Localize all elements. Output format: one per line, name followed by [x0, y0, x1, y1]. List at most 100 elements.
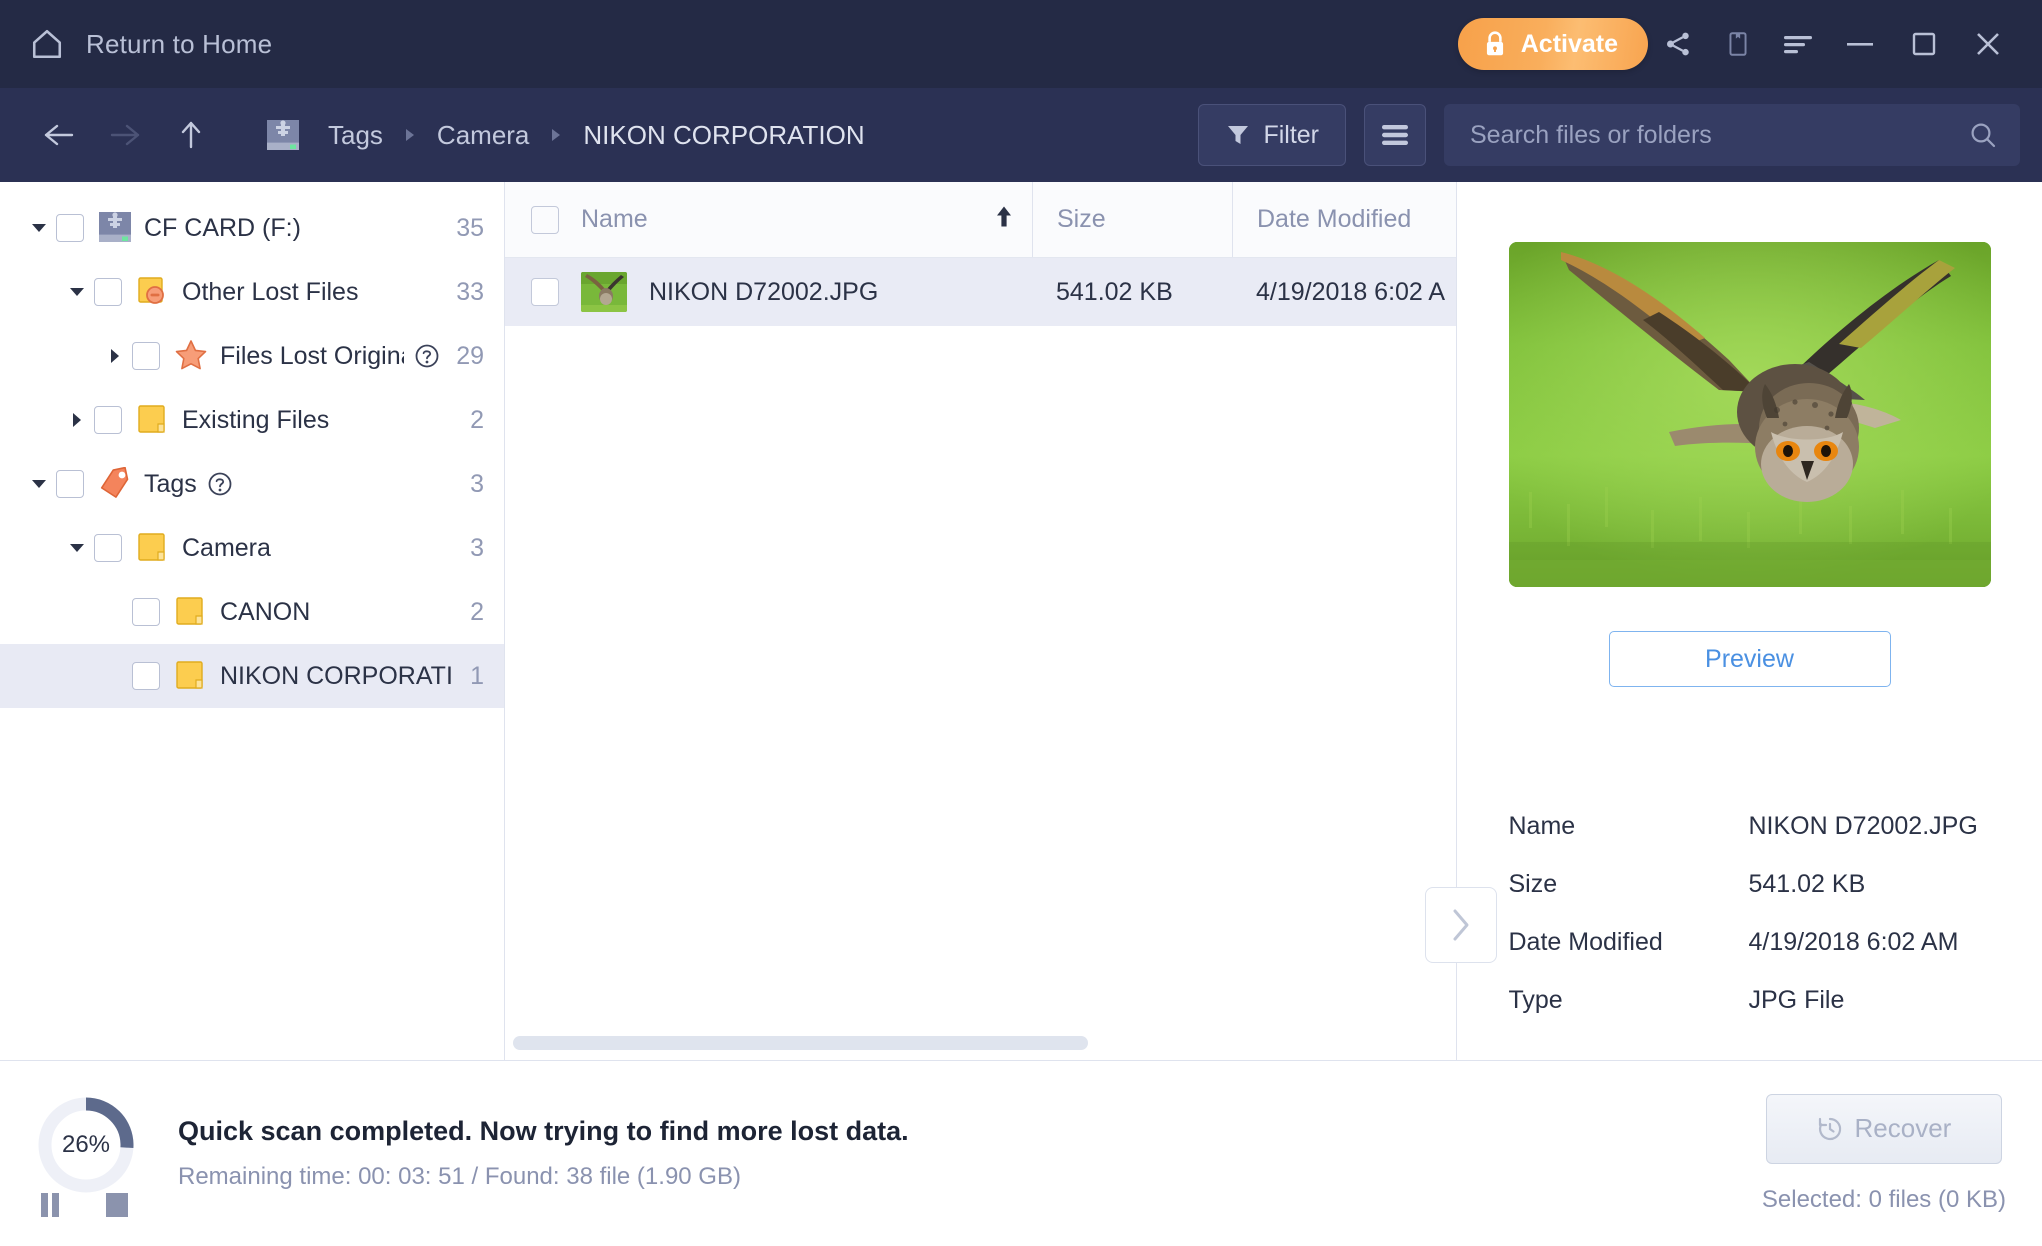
breadcrumb-item-1[interactable]: Camera	[431, 116, 535, 155]
sidebar-item-files-lost-original-n[interactable]: Files Lost Original N...29	[0, 324, 504, 388]
column-header-size-label: Size	[1057, 205, 1106, 234]
sidebar-item-checkbox[interactable]	[132, 598, 160, 626]
chevron-down-icon[interactable]	[60, 283, 94, 301]
scan-progress-percent: 26%	[34, 1093, 138, 1197]
recover-button[interactable]: Recover	[1766, 1094, 2002, 1164]
chevron-down-icon[interactable]	[22, 475, 56, 493]
metadata-key: Name	[1509, 812, 1749, 841]
metadata-value: NIKON D72002.JPG	[1749, 812, 1978, 841]
search-input[interactable]	[1470, 121, 1968, 150]
metadata-key: Size	[1509, 870, 1749, 899]
column-header-size[interactable]: Size	[1032, 182, 1232, 257]
sidebar-item-label: Existing Files	[182, 406, 329, 435]
sidebar-tree: CF CARD (F:)35Other Lost Files33Files Lo…	[0, 182, 505, 1060]
minimize-icon[interactable]	[1828, 18, 1892, 70]
return-to-home-button[interactable]: Return to Home	[30, 27, 272, 61]
lock-icon	[1482, 30, 1508, 58]
file-date-modified: 4/19/2018 6:02 A	[1232, 278, 1456, 307]
file-name-cell[interactable]: NIKON D72002.JPG	[505, 272, 1032, 312]
row-checkbox[interactable]	[531, 278, 559, 306]
metadata-row: Date Modified4/19/2018 6:02 AM	[1509, 913, 1991, 971]
sidebar-item-label: NIKON CORPORATION	[220, 662, 454, 691]
filter-button[interactable]: Filter	[1198, 104, 1346, 166]
sidebar-item-checkbox[interactable]	[94, 534, 122, 562]
table-row[interactable]: NIKON D72002.JPG541.02 KB4/19/2018 6:02 …	[505, 258, 1456, 326]
sidebar-item-count: 2	[454, 406, 484, 435]
sidebar-item-count: 33	[440, 278, 484, 307]
breadcrumb-item-2[interactable]: NIKON CORPORATION	[577, 116, 870, 155]
file-metadata: NameNIKON D72002.JPGSize541.02 KBDate Mo…	[1509, 797, 1991, 1029]
sidebar-item-checkbox[interactable]	[132, 342, 160, 370]
share-icon[interactable]	[1648, 18, 1708, 70]
close-icon[interactable]	[1956, 18, 2020, 70]
back-arrow-icon[interactable]	[26, 102, 92, 168]
memory-card-icon	[98, 211, 136, 245]
metadata-value: 541.02 KB	[1749, 870, 1866, 899]
search-box[interactable]	[1444, 104, 2020, 166]
filter-label: Filter	[1263, 121, 1319, 150]
preview-button[interactable]: Preview	[1609, 631, 1891, 687]
activate-button[interactable]: Activate	[1458, 18, 1648, 70]
metadata-row: Size541.02 KB	[1509, 855, 1991, 913]
maximize-icon[interactable]	[1892, 18, 1956, 70]
horizontal-scrollbar[interactable]	[505, 1030, 1456, 1060]
sidebar-item-other-lost-files[interactable]: Other Lost Files33	[0, 260, 504, 324]
recover-clock-icon	[1817, 1116, 1843, 1142]
column-header-name[interactable]: Name	[505, 182, 1032, 257]
column-header-name-label: Name	[581, 205, 648, 234]
window-controls: Activate	[1458, 18, 2020, 70]
view-mode-button[interactable]	[1364, 104, 1426, 166]
sidebar-item-camera[interactable]: Camera3	[0, 516, 504, 580]
sidebar-item-count: 3	[454, 534, 484, 563]
help-icon[interactable]	[414, 343, 440, 369]
sidebar-item-checkbox[interactable]	[56, 470, 84, 498]
sidebar-item-checkbox[interactable]	[94, 278, 122, 306]
sidebar-item-checkbox[interactable]	[94, 406, 122, 434]
navigation-bar: Tags Camera NIKON CORPORATION Filter	[0, 88, 2042, 182]
search-icon[interactable]	[1968, 120, 1998, 150]
recover-label: Recover	[1855, 1113, 1952, 1144]
sidebar-item-existing-files[interactable]: Existing Files 2	[0, 388, 504, 452]
scan-progress-ring: 26%	[34, 1093, 138, 1197]
chevron-right-icon[interactable]	[98, 347, 132, 365]
sidebar-item-nikon-corporation[interactable]: NIKON CORPORATION1	[0, 644, 504, 708]
app-window: Return to Home Activate	[0, 0, 2042, 1246]
return-to-home-label: Return to Home	[86, 29, 272, 60]
pause-icon[interactable]	[38, 1191, 62, 1224]
file-list-header: Name Size Date Modified	[505, 182, 1456, 258]
sidebar-item-count: 1	[454, 662, 484, 691]
file-name: NIKON D72002.JPG	[649, 278, 878, 307]
chevron-down-icon[interactable]	[22, 219, 56, 237]
memory-card-icon	[266, 119, 300, 151]
stop-icon[interactable]	[104, 1191, 130, 1224]
sort-ascending-icon[interactable]	[994, 203, 1014, 236]
sidebar-item-checkbox[interactable]	[56, 214, 84, 242]
help-icon[interactable]	[207, 471, 233, 497]
folder-icon	[174, 595, 212, 629]
column-header-date[interactable]: Date Modified	[1232, 182, 1456, 257]
menu-lines-icon[interactable]	[1768, 18, 1828, 70]
chevron-right-icon	[1447, 905, 1475, 945]
filter-icon	[1225, 122, 1251, 148]
sidebar-item-label: CANON	[220, 598, 310, 627]
home-icon	[30, 27, 64, 61]
up-arrow-icon[interactable]	[158, 102, 224, 168]
metadata-row: TypeJPG File	[1509, 971, 1991, 1029]
chevron-down-icon[interactable]	[60, 539, 94, 557]
collapse-preview-panel-button[interactable]	[1425, 887, 1497, 963]
sidebar-item-checkbox[interactable]	[132, 662, 160, 690]
sidebar-item-count: 29	[440, 342, 484, 371]
activate-label: Activate	[1521, 30, 1618, 59]
chevron-right-icon[interactable]	[60, 411, 94, 429]
forward-arrow-icon[interactable]	[92, 102, 158, 168]
select-all-checkbox[interactable]	[531, 206, 559, 234]
horizontal-scrollbar-thumb[interactable]	[513, 1036, 1088, 1050]
breadcrumb-item-0[interactable]: Tags	[322, 116, 389, 155]
sidebar-item-tags[interactable]: Tags3	[0, 452, 504, 516]
recover-area: Recover Selected: 0 files (0 KB)	[1762, 1094, 2006, 1214]
folder-icon	[136, 403, 174, 437]
sidebar-item-canon[interactable]: CANON2	[0, 580, 504, 644]
feedback-icon[interactable]	[1708, 18, 1768, 70]
sidebar-item-cf-card-f[interactable]: CF CARD (F:)35	[0, 196, 504, 260]
breadcrumb-separator	[549, 127, 563, 143]
